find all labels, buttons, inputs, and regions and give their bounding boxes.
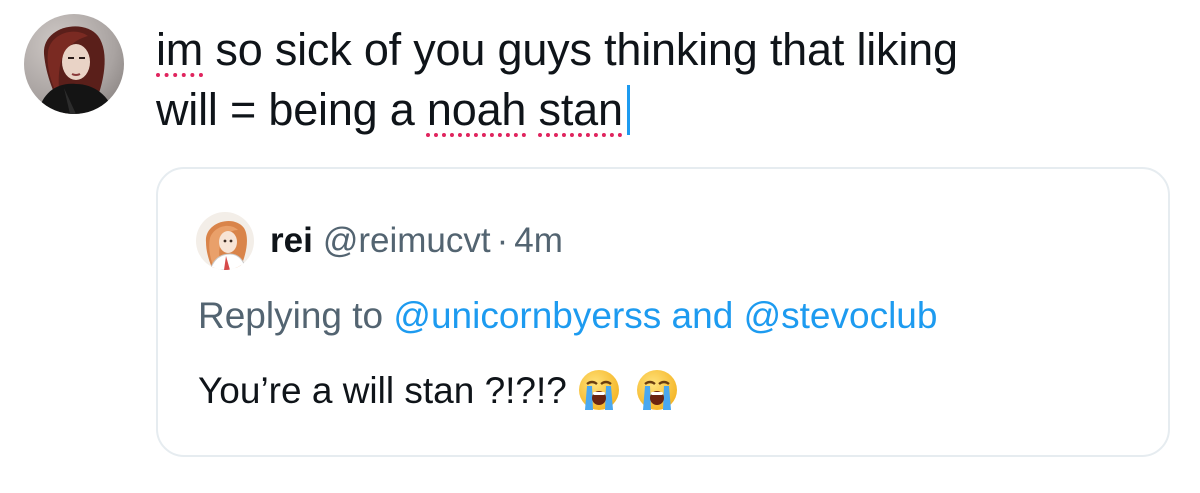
compose-text-segment: so sick of you guys thinking that liking xyxy=(203,24,958,75)
quoted-user-handle[interactable]: @reimucvt xyxy=(323,221,491,260)
author-avatar[interactable] xyxy=(24,14,124,114)
quoted-tweet-time[interactable]: 4m xyxy=(514,221,563,260)
compose-text-space xyxy=(526,84,538,135)
replying-and-text: and xyxy=(661,295,744,336)
quoted-user-avatar[interactable] xyxy=(196,212,254,270)
author-avatar-image xyxy=(24,14,124,114)
misspelled-word: noah xyxy=(426,84,527,135)
quoted-user-avatar-image xyxy=(196,212,254,270)
quoted-tweet-header: rei @reimucvt · 4m xyxy=(270,219,563,263)
compose-text-segment: will = being a xyxy=(156,84,427,135)
replying-to-label: Replying to xyxy=(198,295,394,336)
replying-to-line: Replying to @unicornbyerss and @stevoclu… xyxy=(198,293,937,339)
quoted-tweet-body: You’re a will stan ?!?!? xyxy=(198,370,567,411)
separator-dot: · xyxy=(496,221,509,260)
mention-link-stevoclub[interactable]: @stevoclub xyxy=(744,295,938,336)
loudly-crying-face-icon xyxy=(579,370,620,410)
quoted-tweet-text: You’re a will stan ?!?!? xyxy=(198,367,679,415)
quoted-user-name[interactable]: rei xyxy=(270,221,313,260)
compose-line-1: im so sick of you guys thinking that lik… xyxy=(156,20,1166,80)
compose-text[interactable]: im so sick of you guys thinking that lik… xyxy=(156,20,1166,140)
quoted-tweet-card[interactable]: rei @reimucvt · 4m Replying to @unicornbyer… xyxy=(156,167,1170,457)
misspelled-word: im xyxy=(156,24,204,75)
mention-link-unicornbyerss[interactable]: @unicornbyerss xyxy=(393,295,661,336)
loudly-crying-face-icon xyxy=(637,370,678,410)
compose-line-2: will = being a noah stan xyxy=(156,80,1166,140)
text-caret xyxy=(626,85,630,135)
misspelled-word: stan xyxy=(538,84,623,135)
